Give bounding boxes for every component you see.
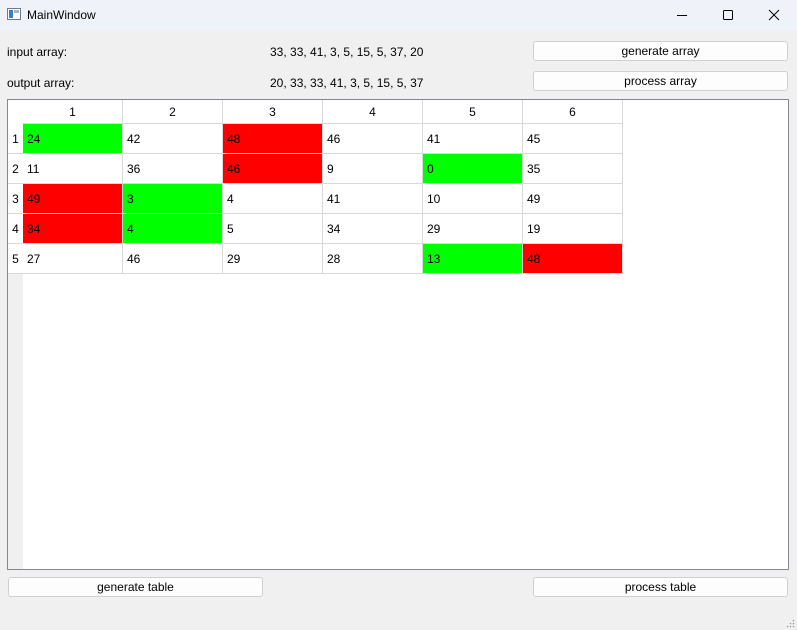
table-cell[interactable]: 0 <box>423 154 523 184</box>
table-cell[interactable]: 46 <box>223 154 323 184</box>
minimize-icon <box>677 15 687 16</box>
row-header[interactable]: 4 <box>8 214 23 244</box>
app-window-icon <box>7 8 21 20</box>
size-grip-icon[interactable] <box>786 619 795 628</box>
column-header[interactable]: 4 <box>323 100 423 124</box>
table-cell[interactable]: 41 <box>323 184 423 214</box>
table-cell[interactable]: 45 <box>523 124 623 154</box>
maximize-icon <box>723 10 733 20</box>
table-cell[interactable]: 49 <box>23 184 123 214</box>
row-header[interactable]: 3 <box>8 184 23 214</box>
table-cell[interactable]: 49 <box>523 184 623 214</box>
column-header[interactable]: 3 <box>223 100 323 124</box>
title-bar: MainWindow <box>0 0 797 30</box>
table-cell[interactable]: 28 <box>323 244 423 274</box>
input-array-value: 33, 33, 41, 3, 5, 15, 5, 37, 20 <box>270 45 424 59</box>
output-array-value: 20, 33, 33, 41, 3, 5, 15, 5, 37 <box>270 76 424 90</box>
row-header[interactable]: 5 <box>8 244 23 274</box>
process-table-button[interactable]: process table <box>533 577 788 597</box>
table-corner[interactable] <box>8 100 23 124</box>
row-header[interactable]: 1 <box>8 124 23 154</box>
table-cell[interactable]: 4 <box>223 184 323 214</box>
window-title: MainWindow <box>27 8 96 22</box>
column-header[interactable]: 5 <box>423 100 523 124</box>
output-array-label: output array: <box>7 76 75 90</box>
generate-array-button[interactable]: generate array <box>533 41 788 61</box>
table-cell[interactable]: 3 <box>123 184 223 214</box>
table-cell[interactable]: 42 <box>123 124 223 154</box>
table-cell[interactable]: 46 <box>123 244 223 274</box>
table-cell[interactable]: 4 <box>123 214 223 244</box>
column-header[interactable]: 6 <box>523 100 623 124</box>
process-array-button[interactable]: process array <box>533 71 788 91</box>
column-header[interactable]: 2 <box>123 100 223 124</box>
generate-table-button[interactable]: generate table <box>8 577 263 597</box>
table-cell[interactable]: 9 <box>323 154 423 184</box>
input-array-label: input array: <box>7 45 68 59</box>
minimize-button[interactable] <box>659 0 705 30</box>
maximize-button[interactable] <box>705 0 751 30</box>
table-cell[interactable]: 29 <box>423 214 523 244</box>
table-cell[interactable]: 24 <box>23 124 123 154</box>
table-cell[interactable]: 46 <box>323 124 423 154</box>
table-cell[interactable]: 29 <box>223 244 323 274</box>
close-icon <box>768 9 780 21</box>
table-cell[interactable]: 36 <box>123 154 223 184</box>
table-cell[interactable]: 35 <box>523 154 623 184</box>
row-header[interactable]: 2 <box>8 154 23 184</box>
table-cell[interactable]: 41 <box>423 124 523 154</box>
table-cell[interactable]: 11 <box>23 154 123 184</box>
column-header[interactable]: 1 <box>23 100 123 124</box>
table-cell[interactable]: 48 <box>223 124 323 154</box>
table-cell[interactable]: 5 <box>223 214 323 244</box>
close-button[interactable] <box>751 0 797 30</box>
table-cell[interactable]: 48 <box>523 244 623 274</box>
data-table[interactable]: 1 2 3 4 5 6 1 24 42 48 46 41 45 2 11 36 46 9 0 35 3 49 3 4 41 10 4… <box>7 99 789 570</box>
table-cell[interactable]: 34 <box>323 214 423 244</box>
table-cell[interactable]: 27 <box>23 244 123 274</box>
table-cell[interactable]: 10 <box>423 184 523 214</box>
table-cell[interactable]: 13 <box>423 244 523 274</box>
table-cell[interactable]: 34 <box>23 214 123 244</box>
table-cell[interactable]: 19 <box>523 214 623 244</box>
